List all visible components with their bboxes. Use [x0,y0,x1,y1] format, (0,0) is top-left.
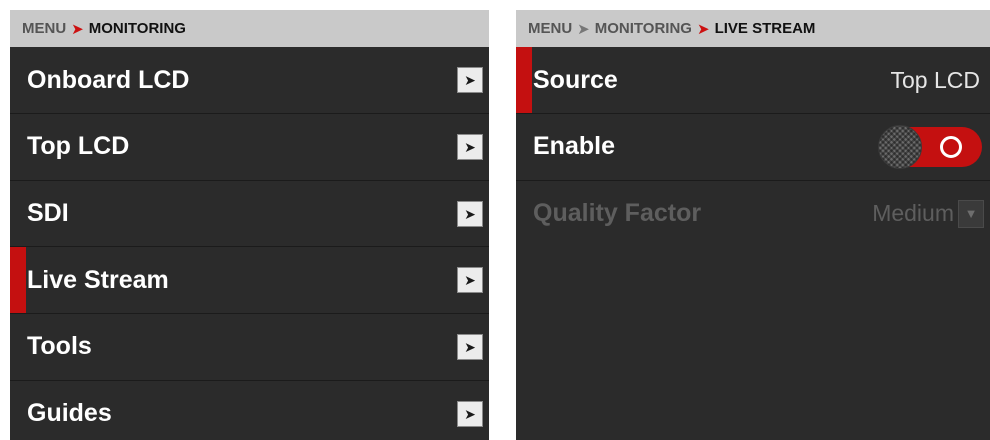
selection-indicator [10,247,26,314]
live-stream-settings-panel: MENU ➤ MONITORING ➤ LIVE STREAM Source T… [516,10,990,440]
setting-row-enable[interactable]: Enable [516,113,990,180]
menu-item-onboard-lcd[interactable]: Onboard LCD ➤ [10,47,489,113]
chevron-right-icon[interactable]: ➤ [457,267,483,294]
setting-row-source[interactable]: Source Top LCD [516,47,990,113]
menu-item-sdi[interactable]: SDI ➤ [10,179,489,247]
menu-item-live-stream[interactable]: Live Stream ➤ [10,246,489,314]
breadcrumb-middle[interactable]: MONITORING [595,20,692,37]
chevron-right-icon[interactable]: ➤ [457,400,483,427]
menu-item-label: Onboard LCD [27,65,190,94]
toggle-knob[interactable] [878,124,922,169]
breadcrumb-root[interactable]: MENU [22,20,66,37]
source-value[interactable]: Top LCD [891,67,980,94]
menu-item-label: Live Stream [27,265,169,294]
breadcrumb-separator-icon: ➤ [696,20,710,38]
selection-indicator [516,47,532,113]
breadcrumb-root[interactable]: MENU [528,20,572,37]
chevron-right-icon[interactable]: ➤ [457,67,483,93]
dropdown-arrow-icon: ▼ [958,199,984,228]
breadcrumb-current: LIVE STREAM [714,20,816,37]
quality-factor-value: Medium [872,200,954,227]
chevron-right-icon[interactable]: ➤ [457,333,483,360]
breadcrumb-separator-icon: ➤ [577,20,590,38]
enable-toggle[interactable] [878,124,982,169]
menu-item-label: Top LCD [27,132,130,161]
menu-item-label: Guides [27,399,112,428]
chevron-right-icon[interactable]: ➤ [457,133,483,160]
breadcrumb-current: MONITORING [88,20,186,37]
setting-label-quality-factor: Quality Factor [533,199,702,228]
chevron-right-icon[interactable]: ➤ [457,200,483,227]
menu-item-tools[interactable]: Tools ➤ [10,313,489,380]
monitoring-menu-panel: MENU ➤ MONITORING Onboard LCD ➤ Top LCD … [10,10,489,440]
setting-label-enable: Enable [533,132,615,161]
menu-item-label: SDI [27,199,69,228]
setting-label-source: Source [533,65,618,94]
menu-item-guides[interactable]: Guides ➤ [10,379,489,440]
toggle-on-icon [940,135,962,158]
setting-row-quality-factor: Quality Factor Medium ▼ [516,179,990,247]
breadcrumb-separator-icon: ➤ [71,20,84,38]
breadcrumb: MENU ➤ MONITORING [10,10,489,47]
breadcrumb: MENU ➤ MONITORING ➤ LIVE STREAM [516,10,990,47]
menu-item-label: Tools [27,332,92,361]
menu-item-top-lcd[interactable]: Top LCD ➤ [10,113,489,180]
